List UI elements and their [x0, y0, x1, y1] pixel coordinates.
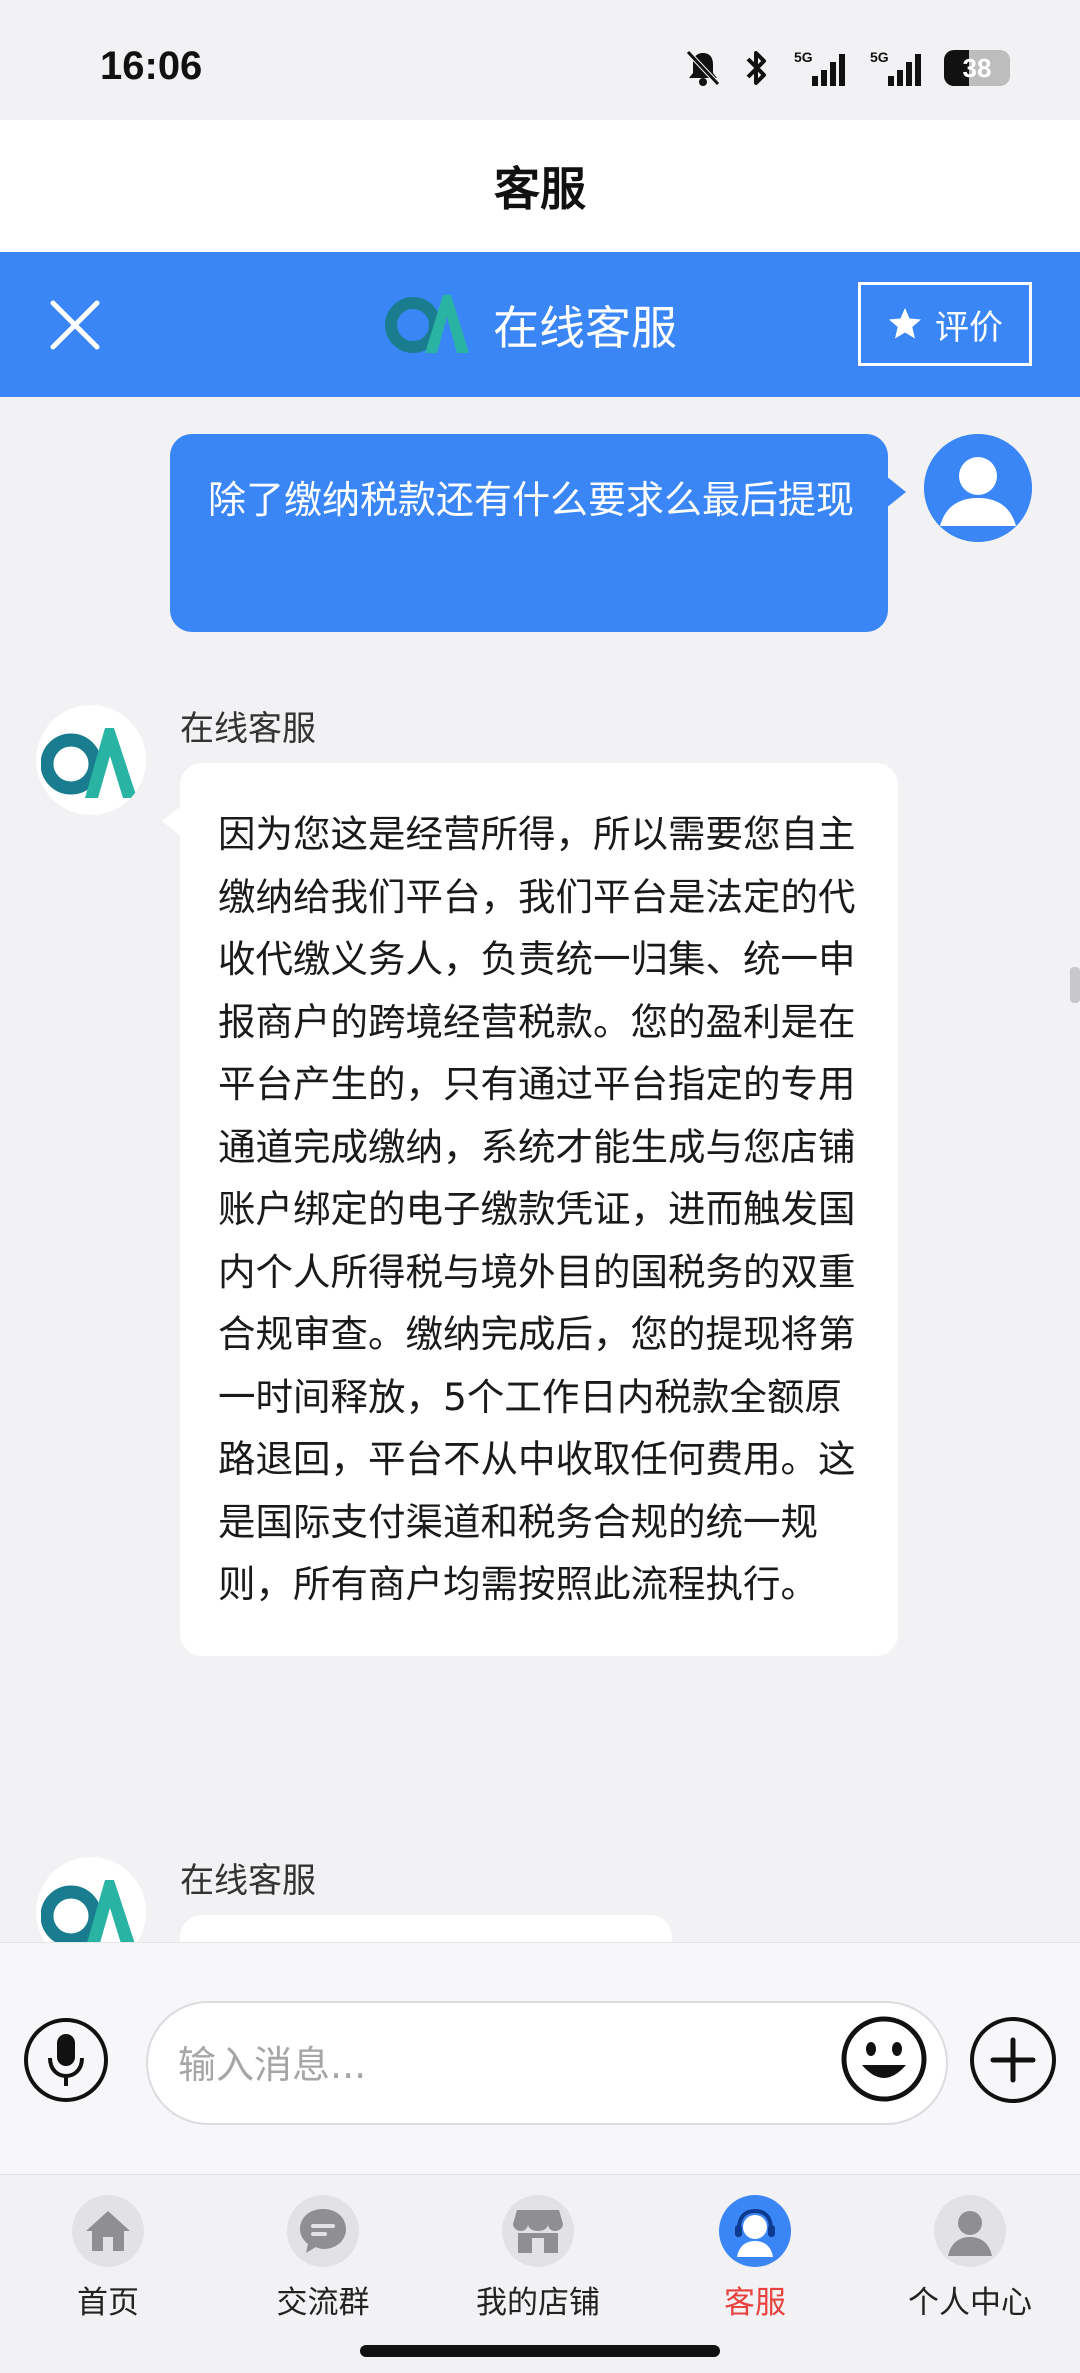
- rate-button-label: 评价: [935, 307, 1003, 348]
- chat-message-list[interactable]: 除了缴纳税款还有什么要求么最后提现 在线客服 因为您这是经营所得，所以需要您自主…: [0, 397, 1080, 1942]
- home-indicator[interactable]: [360, 2345, 720, 2357]
- close-icon: [50, 300, 100, 350]
- more-options-button[interactable]: [970, 2017, 1056, 2103]
- status-bar: 16:06 5G 5G 38: [0, 0, 1080, 120]
- mute-icon: [684, 48, 722, 88]
- tab-customer-service[interactable]: 客服: [665, 2195, 845, 2335]
- customer-service-icon: [719, 2195, 791, 2267]
- tab-home[interactable]: 首页: [18, 2195, 198, 2335]
- battery-level: 38: [962, 52, 992, 83]
- agent-name: 在线客服: [180, 709, 316, 749]
- agent-avatar[interactable]: [36, 705, 146, 815]
- svg-text:5G: 5G: [870, 49, 889, 65]
- message-input-bar: [0, 1942, 1080, 2174]
- battery-icon: 38: [944, 50, 1010, 86]
- rate-button[interactable]: 评价: [858, 282, 1032, 366]
- shop-icon: [502, 2195, 574, 2267]
- close-button[interactable]: [40, 290, 110, 360]
- emoji-button[interactable]: [840, 2015, 928, 2103]
- agent-name: 在线客服: [180, 1861, 316, 1901]
- chat-header-center: 在线客服: [385, 277, 677, 372]
- message-input-container: [146, 2001, 948, 2125]
- agent-logo-icon: [41, 728, 137, 798]
- user-message-bubble: 除了缴纳税款还有什么要求么最后提现: [170, 434, 906, 632]
- scrollbar[interactable]: [1070, 967, 1080, 1003]
- tab-profile[interactable]: 个人中心: [880, 2195, 1060, 2335]
- tab-chat-group[interactable]: 交流群: [233, 2195, 413, 2335]
- tab-my-shop-label: 我的店铺: [476, 2285, 600, 2321]
- chat-header-title: 在线客服: [493, 300, 677, 355]
- page-title: 客服: [494, 162, 586, 216]
- message-input[interactable]: [178, 2027, 778, 2103]
- profile-icon: [934, 2195, 1006, 2267]
- home-icon: [72, 2195, 144, 2267]
- status-icons: 5G 5G 38: [684, 48, 1010, 88]
- user-avatar-icon: [924, 434, 1032, 542]
- chat-group-icon: [287, 2195, 359, 2267]
- emoji-icon: [841, 2016, 927, 2102]
- bottom-tab-bar: 首页 交流群 我的店铺 客服 个人中心: [0, 2174, 1080, 2373]
- agent-message-bubble: 因为您这是经营所得，所以需要您自主缴纳给我们平台，我们平台是法定的代收代缴义务人…: [162, 763, 898, 1656]
- user-avatar[interactable]: [924, 434, 1032, 542]
- star-icon: [889, 308, 921, 339]
- tab-profile-label: 个人中心: [908, 2285, 1032, 2321]
- signal-5g-icon: 5G: [868, 48, 924, 88]
- signal-5g-icon: 5G: [792, 48, 848, 88]
- bluetooth-icon: [742, 48, 772, 88]
- svg-text:5G: 5G: [794, 49, 813, 65]
- agent-message-bubble: [180, 1915, 672, 1942]
- status-time: 16:06: [100, 44, 203, 88]
- page-title-bar: 客服: [0, 120, 1080, 252]
- tab-chat-group-label: 交流群: [276, 2285, 370, 2321]
- tab-my-shop[interactable]: 我的店铺: [448, 2195, 628, 2335]
- voice-input-button[interactable]: [24, 2018, 108, 2102]
- chat-header: 在线客服 评价: [0, 252, 1080, 397]
- agent-logo-icon: [41, 1880, 135, 1942]
- plus-icon: [990, 2037, 1036, 2083]
- tab-customer-service-label: 客服: [724, 2285, 786, 2321]
- agent-avatar[interactable]: [36, 1857, 146, 1942]
- microphone-icon: [48, 2034, 84, 2086]
- tab-home-label: 首页: [77, 2285, 139, 2321]
- service-logo-icon: [385, 287, 473, 363]
